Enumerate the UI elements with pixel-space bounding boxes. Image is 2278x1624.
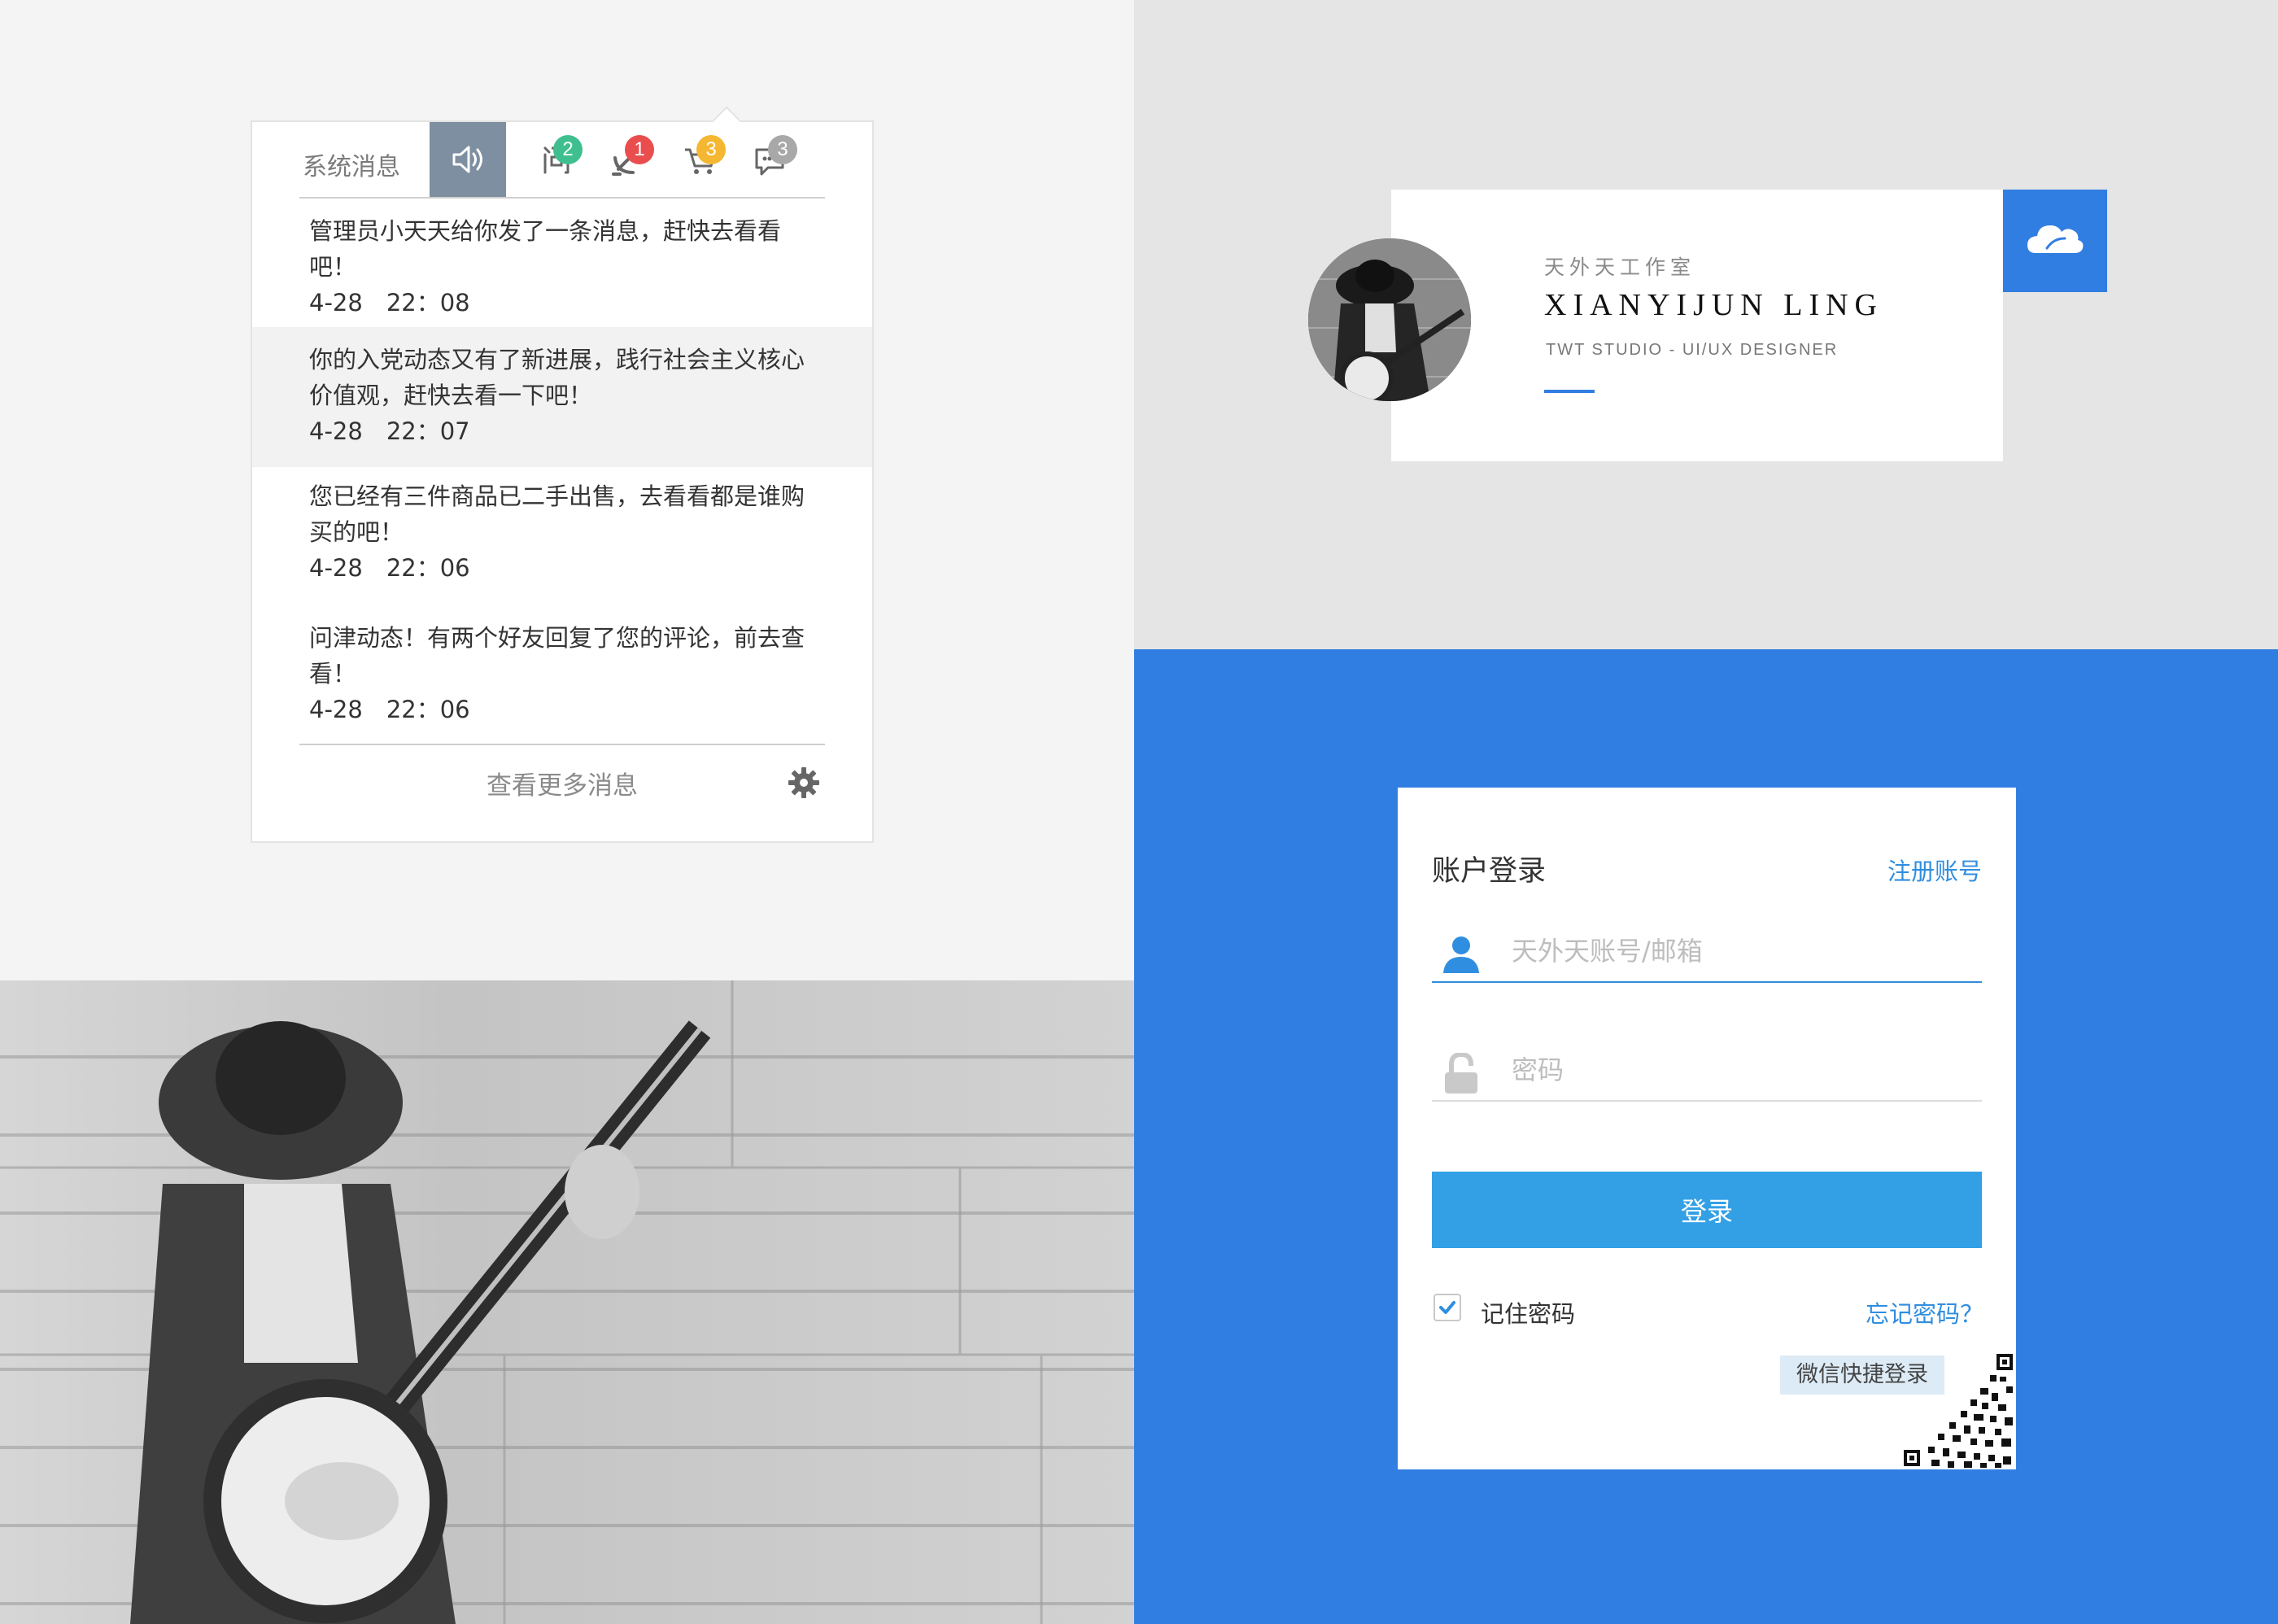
avatar	[1308, 238, 1471, 401]
tab-questions[interactable]: 2	[529, 122, 586, 197]
password-underline	[1432, 1100, 1982, 1102]
message-time: 4-28 22：06	[309, 696, 470, 723]
lock-icon	[1445, 1053, 1477, 1094]
message-item[interactable]: 你的入党动态又有了新进展，践行社会主义核心价值观，赶快去看一下吧！ 4-28 2…	[252, 327, 872, 467]
message-time: 4-28 22：06	[309, 554, 470, 582]
login-button[interactable]: 登录	[1432, 1172, 1982, 1248]
banjo-player-photo	[0, 980, 1134, 1624]
notification-panel: 系统消息 2 1 3 3 管理员小天天给你发了一条消息，赶快去看看吧！ 4-28…	[251, 106, 874, 843]
forgot-password-link[interactable]: 忘记密码？	[1866, 1295, 1983, 1329]
message-item[interactable]: 问津动态！有两个好友回复了您的评论，前去查看！ 4-28 22：06	[252, 609, 872, 744]
view-more-link[interactable]: 查看更多消息	[252, 765, 872, 801]
footer-divider	[299, 744, 825, 745]
qr-code-icon[interactable]	[1899, 1351, 2016, 1469]
chat-badge: 3	[768, 135, 797, 164]
password-input[interactable]	[1510, 1046, 1969, 1094]
profile-subtitle: TWT STUDIO - UI/UX DESIGNER	[1546, 341, 1839, 359]
accent-underline	[1544, 390, 1595, 393]
questions-badge: 2	[553, 135, 583, 164]
remember-label[interactable]: 记住密码	[1481, 1295, 1575, 1329]
tab-system-messages[interactable]: 系统消息	[303, 146, 400, 182]
username-underline	[1432, 981, 1982, 983]
tab-market[interactable]: 3	[672, 122, 729, 197]
message-text: 你的入党动态又有了新进展，践行社会主义核心价值观，赶快去看一下吧！	[309, 346, 805, 409]
market-badge: 3	[696, 135, 726, 164]
login-card: 账户登录 注册账号 登录 记住密码 忘记密码？ 微信快捷登录	[1398, 788, 2016, 1469]
message-text: 您已经有三件商品已二手出售，去看看都是谁购买的吧！	[309, 482, 805, 546]
user-icon	[1443, 936, 1479, 973]
remember-checkbox[interactable]	[1434, 1294, 1461, 1321]
username-field	[1432, 918, 1982, 983]
password-field	[1432, 1037, 1982, 1102]
message-time: 4-28 22：08	[309, 289, 470, 317]
message-text: 问津动态！有两个好友回复了您的评论，前去查看！	[309, 624, 805, 688]
register-link[interactable]: 注册账号	[1887, 853, 1982, 887]
login-title: 账户登录	[1432, 855, 1547, 888]
tab-chat[interactable]: 3	[744, 122, 801, 197]
gear-icon[interactable]	[786, 765, 822, 801]
speaker-icon	[452, 146, 482, 173]
party-badge: 1	[625, 135, 654, 164]
studio-name-cn: 天外天工作室	[1544, 255, 1696, 279]
notification-tabs: 系统消息 2 1 3 3	[299, 122, 825, 199]
message-item[interactable]: 您已经有三件商品已二手出售，去看看都是谁购买的吧！ 4-28 22：06	[252, 467, 872, 607]
checkmark-icon	[1439, 1301, 1455, 1314]
tab-party[interactable]: 1	[600, 122, 657, 197]
message-text: 管理员小天天给你发了一条消息，赶快去看看吧！	[309, 217, 782, 281]
profile-name: XIANYIJUN LING	[1544, 288, 1884, 322]
message-item[interactable]: 管理员小天天给你发了一条消息，赶快去看看吧！ 4-28 22：08	[252, 208, 872, 343]
profile-card: 天外天工作室 XIANYIJUN LING TWT STUDIO - UI/UX…	[1391, 190, 2003, 461]
cloud-icon	[2027, 225, 2084, 253]
cloud-button[interactable]	[2003, 190, 2107, 292]
tab-announcements[interactable]	[430, 122, 506, 197]
message-time: 4-28 22：07	[309, 417, 470, 445]
username-input[interactable]	[1510, 928, 1969, 975]
